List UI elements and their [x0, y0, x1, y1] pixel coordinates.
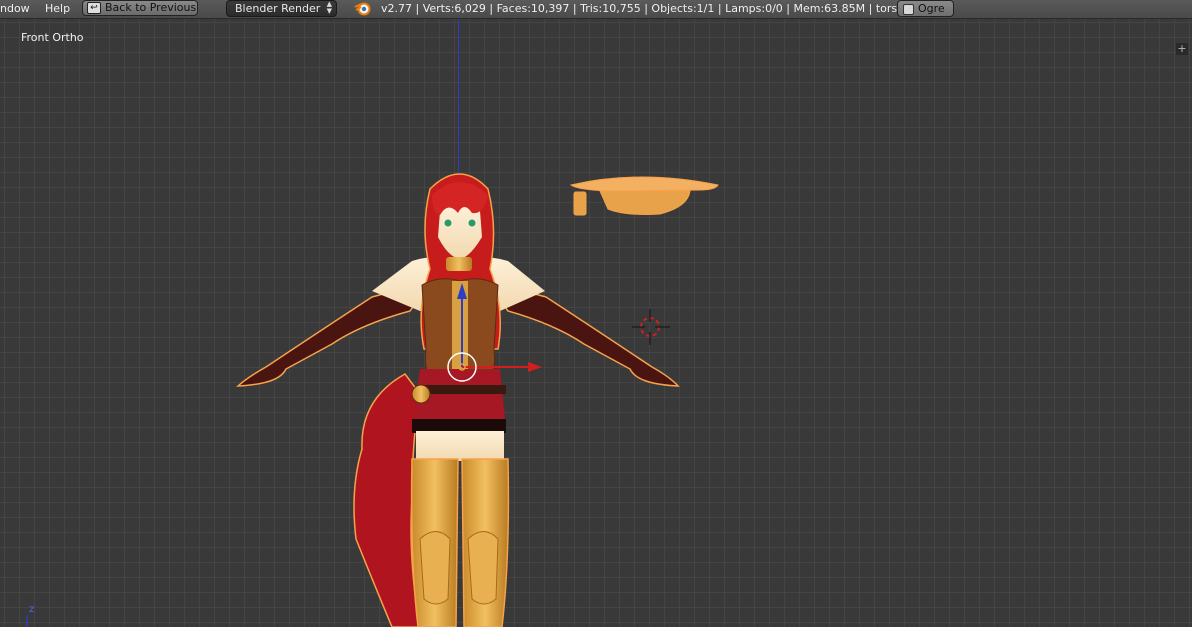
back-to-previous-label: Back to Previous — [105, 1, 197, 14]
ogre-toggle[interactable]: Ogre — [897, 0, 954, 17]
dropdown-arrows-icon: ▲ ▼ — [326, 0, 332, 15]
scene-render — [26, 173, 719, 627]
ogre-checkbox[interactable] — [903, 4, 914, 15]
3d-cursor-icon[interactable] — [632, 309, 670, 345]
menu-window[interactable]: ndow — [0, 2, 30, 15]
back-arrow-icon: ↩ — [87, 2, 101, 14]
back-to-previous-button[interactable]: ↩ Back to Previous — [82, 0, 198, 16]
info-header: ndow Help ↩ Back to Previous Blender Ren… — [0, 0, 1192, 19]
axis-z-label: z — [29, 604, 35, 615]
menu-help[interactable]: Help — [45, 2, 70, 15]
ogre-label: Ogre — [918, 2, 945, 15]
3d-viewport[interactable]: Front Ortho + z — [0, 19, 1192, 627]
blender-logo-icon — [354, 1, 372, 19]
character-model[interactable] — [235, 173, 680, 627]
render-engine-dropdown[interactable]: Blender Render ▲ ▼ — [226, 0, 337, 17]
render-engine-label: Blender Render — [235, 2, 321, 15]
tiara-mesh[interactable] — [569, 176, 719, 216]
scene-statistics: v2.77 | Verts:6,029 | Faces:10,397 | Tri… — [381, 2, 911, 15]
